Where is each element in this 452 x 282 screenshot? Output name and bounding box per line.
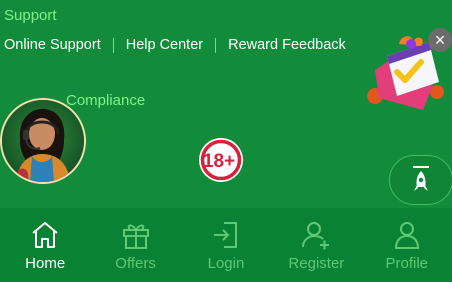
tab-label: Home	[25, 254, 66, 272]
tab-home[interactable]: Home	[0, 219, 90, 272]
support-title: Support	[4, 7, 57, 24]
help-center-link[interactable]: Help Center	[126, 37, 203, 53]
close-icon: ×	[434, 30, 446, 50]
rocket-icon	[413, 166, 429, 191]
user-icon	[394, 221, 419, 249]
tab-label: Register	[288, 254, 345, 272]
link-divider	[112, 37, 114, 53]
support-agent-avatar[interactable]	[0, 98, 86, 184]
back-to-top-button[interactable]	[389, 155, 452, 205]
add-user-icon	[302, 221, 330, 249]
tab-offers[interactable]: Offers	[91, 219, 181, 272]
bottom-tab-bar: Home Offers Login Register Profile	[0, 208, 452, 282]
home-icon	[32, 221, 58, 248]
age-badge-text: 18+	[203, 151, 235, 172]
support-agent-illustration	[2, 100, 84, 182]
tab-label: Profile	[385, 254, 429, 272]
compliance-title: Compliance	[66, 92, 146, 109]
tab-label: Login	[207, 254, 245, 272]
tab-register[interactable]: Register	[271, 219, 361, 272]
login-icon	[213, 221, 237, 248]
tab-profile[interactable]: Profile	[362, 219, 452, 272]
support-links: Online Support Help Center Reward Feedba…	[4, 37, 346, 53]
online-support-link[interactable]: Online Support	[4, 37, 101, 53]
link-divider	[215, 37, 217, 53]
age-18-plus-badge: 18+	[199, 138, 243, 182]
reward-feedback-link[interactable]: Reward Feedback	[228, 37, 346, 53]
close-promo-button[interactable]: ×	[428, 28, 452, 52]
tab-label: Offers	[115, 254, 156, 272]
gift-icon	[122, 224, 149, 249]
tab-login[interactable]: Login	[181, 219, 271, 272]
